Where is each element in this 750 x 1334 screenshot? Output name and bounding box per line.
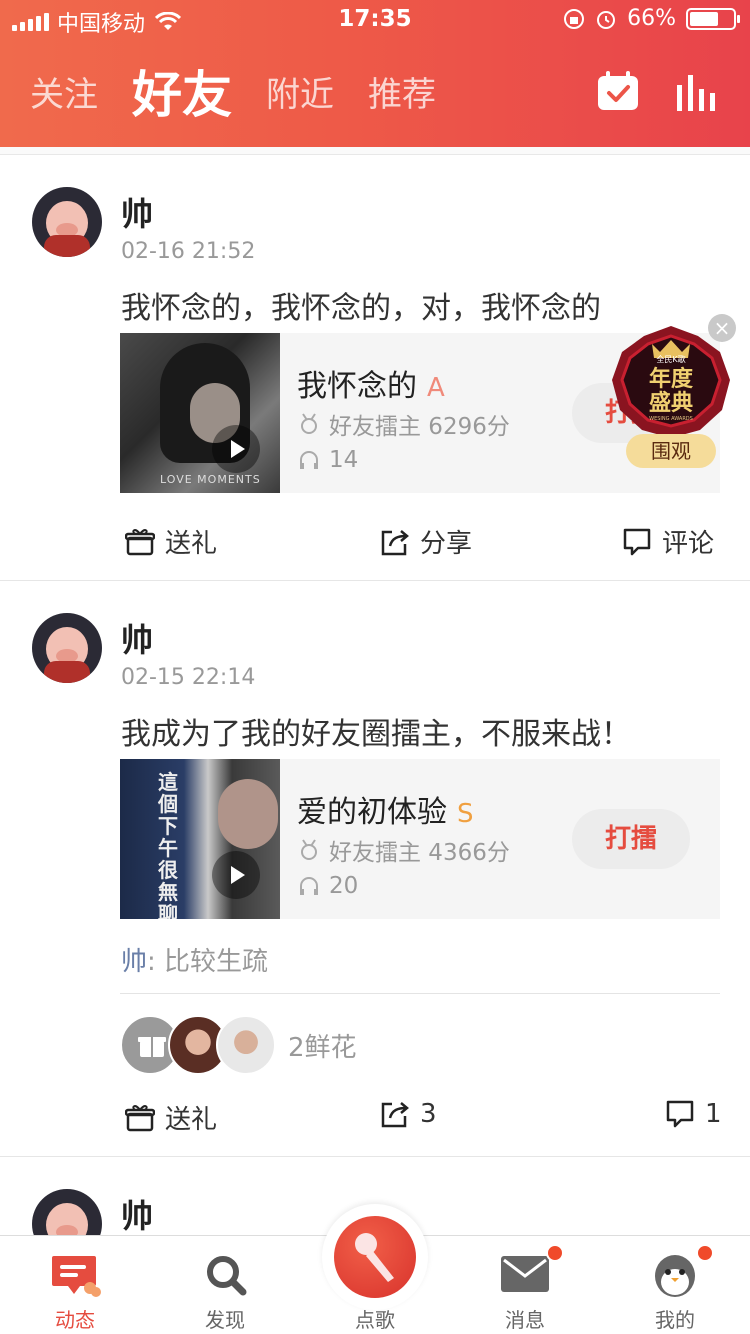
close-icon[interactable]: ×	[708, 314, 736, 342]
app-header: 中国移动 17:35 66% 关注 好友 附近 推荐	[0, 0, 750, 147]
awards-badge[interactable]: 年度 盛典 全民K歌 WESING AWARDS 围观	[608, 322, 734, 472]
feed-list[interactable]: 帅 02-16 21:52 我怀念的，我怀念的，对，我怀念的 LOVE MOME…	[0, 147, 750, 1235]
tab-follow[interactable]: 关注	[30, 60, 98, 130]
post-actions: 送礼 3 1	[0, 1099, 750, 1139]
challenge-button[interactable]: 打擂	[572, 809, 690, 869]
score-grade: S	[457, 799, 474, 829]
bars-chart-icon[interactable]	[675, 75, 717, 111]
play-icon[interactable]	[212, 851, 260, 899]
play-icon[interactable]	[212, 425, 260, 473]
flower-count: 2鲜花	[288, 1032, 357, 1063]
share-label: 分享	[420, 529, 473, 559]
avatar[interactable]	[32, 1189, 102, 1235]
notification-dot	[546, 1244, 564, 1262]
nav-profile-label: 我的	[655, 1308, 695, 1332]
feed-icon	[52, 1256, 101, 1297]
comment-icon	[666, 1100, 694, 1128]
microphone-icon	[355, 1233, 394, 1282]
cover-text: LOVE MOMENTS	[160, 473, 261, 486]
battery-icon	[686, 7, 740, 30]
play-count: 20	[329, 873, 359, 899]
awards-title-2: 盛典	[649, 390, 693, 416]
nav-profile[interactable]: 我的	[600, 1236, 750, 1334]
alarm-icon	[597, 10, 616, 29]
comment-preview[interactable]: 帅: 比较生疏	[121, 941, 268, 978]
nav-feed[interactable]: 动态	[0, 1236, 150, 1334]
share-count: 3	[420, 1099, 437, 1129]
tab-recommend[interactable]: 推荐	[368, 60, 436, 130]
feed-top-divider	[0, 147, 750, 155]
comment-icon	[623, 528, 651, 555]
cover-text: 這個下午很無聊	[158, 770, 178, 919]
song-rank: 好友擂主 4366分	[329, 840, 510, 866]
status-bar: 中国移动 17:35 66%	[0, 0, 750, 40]
post-time: 02-16 21:52	[121, 239, 256, 264]
calendar-check-icon[interactable]	[596, 70, 640, 112]
nav-messages[interactable]: 消息	[450, 1236, 600, 1334]
awards-subtitle: WESING AWARDS	[649, 416, 693, 422]
gift-button[interactable]: 送礼	[125, 523, 217, 560]
sing-button[interactable]	[322, 1204, 428, 1310]
awards-brand: 全民K歌	[656, 354, 685, 364]
medal-icon	[301, 839, 317, 860]
gift-label: 送礼	[165, 1105, 218, 1135]
headphones-icon	[300, 451, 318, 469]
post-actions: 送礼 分享 评论	[0, 523, 750, 563]
nav-discover-label: 发现	[205, 1308, 245, 1332]
rotation-lock-icon	[564, 8, 585, 29]
gift-icon	[125, 1104, 155, 1131]
post-username[interactable]: 帅	[121, 189, 153, 235]
share-button[interactable]: 3	[380, 1099, 437, 1129]
comment-label: 评论	[662, 529, 715, 559]
divider	[120, 993, 720, 994]
nav-discover[interactable]: 发现	[150, 1236, 300, 1334]
feed-post: 帅 02-15 22:14 我成为了我的好友圈擂主，不服来战！ 這個下午很無聊 …	[0, 581, 750, 1157]
avatar[interactable]	[216, 1015, 276, 1075]
post-text: 我成为了我的好友圈擂主，不服来战！	[121, 717, 631, 752]
search-icon	[207, 1256, 247, 1296]
mail-icon	[501, 1256, 549, 1292]
song-rank: 好友擂主 6296分	[329, 414, 510, 440]
post-time: 02-15 22:14	[121, 665, 256, 690]
battery-percent: 66%	[627, 6, 676, 31]
gift-icon	[125, 528, 155, 555]
avatar[interactable]	[32, 613, 102, 683]
feed-tabs: 关注 好友 附近 推荐	[30, 60, 470, 130]
share-icon	[381, 1102, 409, 1128]
song-title: 我怀念的	[297, 369, 417, 404]
share-icon	[381, 529, 409, 555]
comment-author[interactable]: 帅	[121, 947, 147, 977]
song-title: 爱的初体验	[297, 795, 447, 830]
post-username[interactable]: 帅	[121, 1191, 153, 1235]
play-count: 14	[329, 447, 359, 473]
gift-button[interactable]: 送礼	[125, 1099, 217, 1136]
song-cover[interactable]: LOVE MOMENTS	[120, 333, 280, 493]
comment-text: 比较生疏	[164, 947, 269, 977]
medal-icon	[301, 413, 317, 434]
song-cover[interactable]: 這個下午很無聊	[120, 759, 280, 919]
nav-messages-label: 消息	[505, 1308, 545, 1332]
penguin-icon	[655, 1255, 695, 1297]
notification-dot	[696, 1244, 714, 1262]
comment-button[interactable]: 评论	[622, 523, 714, 560]
gift-senders[interactable]: 2鲜花	[120, 1015, 357, 1075]
score-grade: A	[427, 373, 445, 403]
watch-button[interactable]: 围观	[651, 439, 691, 463]
song-card[interactable]: 這個下午很無聊 爱的初体验 S 好友擂主 4366分 20 打擂	[120, 759, 720, 919]
avatar[interactable]	[32, 187, 102, 257]
post-username[interactable]: 帅	[121, 615, 153, 661]
post-text: 我怀念的，我怀念的，对，我怀念的	[121, 291, 601, 326]
comment-button[interactable]: 1	[665, 1099, 722, 1129]
headphones-icon	[300, 877, 318, 895]
comment-separator: :	[147, 947, 165, 977]
nav-feed-label: 动态	[55, 1308, 95, 1332]
tab-friends[interactable]: 好友	[132, 60, 232, 130]
awards-title-1: 年度	[649, 366, 694, 392]
gift-label: 送礼	[165, 529, 218, 559]
comment-count: 1	[705, 1099, 722, 1129]
tab-nearby[interactable]: 附近	[266, 60, 334, 130]
share-button[interactable]: 分享	[380, 523, 472, 560]
